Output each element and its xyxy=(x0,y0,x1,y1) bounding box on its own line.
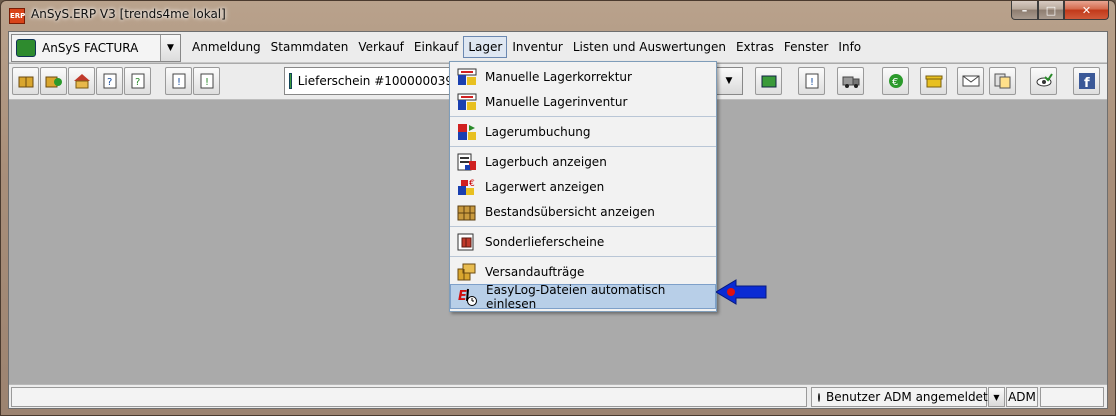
main-menu: Anmeldung Stammdaten Verkauf Einkauf Lag… xyxy=(187,32,866,62)
menu-item-label: Bestandsübersicht anzeigen xyxy=(485,204,655,219)
chevron-down-icon: ▼ xyxy=(725,76,733,86)
menu-extras[interactable]: Extras xyxy=(731,36,779,58)
delivery-note-button[interactable] xyxy=(755,67,782,95)
app-icon[interactable]: ERP xyxy=(9,8,25,24)
status-message-field xyxy=(11,387,807,407)
lagerumbuchung-icon xyxy=(457,123,477,141)
user-status-text: Benutzer ADM angemeldet xyxy=(826,390,988,404)
bestandsuebersicht-icon xyxy=(457,203,477,221)
menu-item-label: Lagerumbuchung xyxy=(485,124,591,139)
menu-einkauf[interactable]: Einkauf xyxy=(409,36,463,58)
home-icon[interactable] xyxy=(68,67,95,95)
menu-item-versandauftraege[interactable]: Versandaufträge xyxy=(450,259,716,284)
sonderlieferscheine-icon xyxy=(457,233,477,251)
euro-icon[interactable]: € xyxy=(882,67,909,95)
menu-item-lagerbuch-anzeigen[interactable]: Lagerbuch anzeigen xyxy=(450,149,716,174)
menu-item-label: Manuelle Lagerkorrektur xyxy=(485,69,632,84)
menu-inventur[interactable]: Inventur xyxy=(507,36,567,58)
svg-text:!: ! xyxy=(177,77,181,88)
menu-item-label: Lagerwert anzeigen xyxy=(485,179,605,194)
menu-item-bestandsuebersicht-anzeigen[interactable]: Bestandsübersicht anzeigen xyxy=(450,199,716,224)
menu-item-manuelle-lagerkorrektur[interactable]: Manuelle Lagerkorrektur xyxy=(450,64,716,89)
phone-icon[interactable] xyxy=(920,67,947,95)
company-selector[interactable]: AnSyS FACTURA ▼ xyxy=(11,34,181,62)
menu-separator xyxy=(450,116,716,117)
menu-item-label: Versandaufträge xyxy=(485,264,585,279)
menu-fenster[interactable]: Fenster xyxy=(779,36,834,58)
user-dropdown-button[interactable]: ▼ xyxy=(988,387,1005,407)
minimize-button[interactable]: – xyxy=(1011,1,1038,20)
company-icon xyxy=(16,39,36,57)
svg-text:?: ? xyxy=(107,77,112,88)
status-bar: Benutzer ADM angemeldet ▼ ADM xyxy=(9,384,1107,408)
svg-text:f: f xyxy=(1084,76,1090,89)
lager-menu: Manuelle Lagerkorrektur Manuelle Lagerin… xyxy=(449,61,717,312)
article-box-icon[interactable] xyxy=(12,67,39,95)
chevron-down-icon[interactable]: ▼ xyxy=(160,35,180,61)
facebook-icon[interactable]: f xyxy=(1073,67,1100,95)
delivery-note-icon xyxy=(289,73,292,89)
svg-text:!: ! xyxy=(205,77,209,88)
help-document-icon[interactable]: ? xyxy=(96,67,123,95)
menu-item-label: Sonderlieferscheine xyxy=(485,234,605,249)
price-box-icon[interactable] xyxy=(40,67,67,95)
svg-text:€: € xyxy=(469,179,475,189)
svg-text:E: E xyxy=(458,289,467,304)
menu-item-label: Manuelle Lagerinventur xyxy=(485,94,628,109)
info-button[interactable]: ! xyxy=(798,67,825,95)
document-selector-value: Lieferschein #100000039 xyxy=(297,74,453,88)
menu-info[interactable]: Info xyxy=(833,36,866,58)
status-extra-field xyxy=(1040,387,1104,407)
window-title: AnSyS.ERP V3 [trends4me lokal] xyxy=(31,7,226,21)
chevron-down-icon: ▼ xyxy=(993,392,1000,402)
user-code: ADM xyxy=(1006,387,1038,407)
menu-item-lagerwert-anzeigen[interactable]: € Lagerwert anzeigen xyxy=(450,174,716,199)
close-button[interactable]: ✕ xyxy=(1064,1,1109,20)
lagerwert-icon: € xyxy=(457,178,477,196)
menu-verkauf[interactable]: Verkauf xyxy=(353,36,409,58)
lagerkorrektur-icon xyxy=(457,68,477,86)
menu-separator xyxy=(450,256,716,257)
menu-item-easylog-dateien-einlesen[interactable]: E EasyLog-Dateien automatisch einlesen xyxy=(450,282,716,311)
lagerbuch-icon xyxy=(457,153,477,171)
document-dropdown-button[interactable]: ▼ xyxy=(715,67,743,95)
easylog-icon: E xyxy=(458,288,478,306)
menu-stammdaten[interactable]: Stammdaten xyxy=(266,36,354,58)
menu-item-label: EasyLog-Dateien automatisch einlesen xyxy=(486,282,666,311)
mail-icon[interactable] xyxy=(957,67,984,95)
help-arrow-icon[interactable]: ? xyxy=(124,67,151,95)
menu-anmeldung[interactable]: Anmeldung xyxy=(187,36,266,58)
status-dot-icon xyxy=(818,392,820,402)
user-status: Benutzer ADM angemeldet xyxy=(811,387,988,407)
eye-check-icon[interactable] xyxy=(1030,67,1057,95)
svg-text:€: € xyxy=(892,77,898,88)
info-arrow-icon[interactable]: ! xyxy=(193,67,220,95)
menu-lager[interactable]: Lager xyxy=(463,36,508,58)
menu-item-sonderlieferscheine[interactable]: Sonderlieferscheine xyxy=(450,229,716,254)
info-document-icon[interactable]: ! xyxy=(165,67,192,95)
document-selector[interactable]: Lieferschein #100000039 xyxy=(284,67,454,95)
menu-separator xyxy=(450,226,716,227)
menu-item-label: Lagerbuch anzeigen xyxy=(485,154,607,169)
menu-listen-und-auswertungen[interactable]: Listen und Auswertungen xyxy=(568,36,731,58)
truck-icon[interactable] xyxy=(837,67,864,95)
copy-icon[interactable] xyxy=(989,67,1016,95)
svg-text:!: ! xyxy=(810,77,814,88)
lagerinventur-icon xyxy=(457,93,477,111)
company-selector-value: AnSyS FACTURA xyxy=(42,41,139,55)
menu-item-lagerumbuchung[interactable]: Lagerumbuchung xyxy=(450,119,716,144)
menu-item-manuelle-lagerinventur[interactable]: Manuelle Lagerinventur xyxy=(450,89,716,114)
svg-text:?: ? xyxy=(135,77,140,88)
menu-separator xyxy=(450,146,716,147)
versandauftraege-icon xyxy=(457,263,477,281)
window-controls: – □ ✕ xyxy=(1011,1,1109,20)
pointer-arrow-icon xyxy=(716,279,767,305)
maximize-button[interactable]: □ xyxy=(1038,1,1064,20)
title-bar[interactable]: ERP AnSyS.ERP V3 [trends4me lokal] – □ ✕ xyxy=(1,1,1115,31)
menu-bar: AnSyS FACTURA ▼ Anmeldung Stammdaten Ver… xyxy=(9,32,1107,63)
